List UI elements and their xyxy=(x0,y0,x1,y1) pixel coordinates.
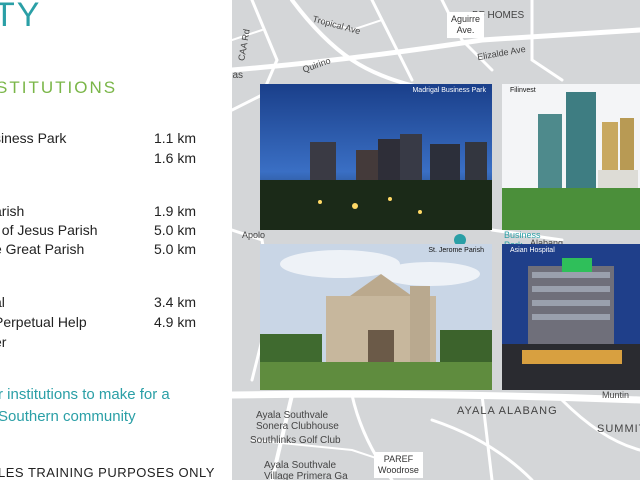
left-panel: TY STITUTIONS siness Park 1.1 km 1.6 km … xyxy=(0,0,232,480)
photo-caption: Filinvest xyxy=(510,87,536,94)
item-distance: 4.9 km xyxy=(153,314,196,330)
road-network xyxy=(232,0,640,480)
list-item: e Great Parish 5.0 km xyxy=(0,241,204,261)
item-name: arish xyxy=(0,203,25,219)
list-item: er xyxy=(0,334,204,354)
map-label-area: SUMMIT xyxy=(597,423,640,435)
item-distance: 5.0 km xyxy=(153,241,196,257)
map-label-area: Muntin xyxy=(602,390,630,400)
photo-caption: St. Jerome Parish xyxy=(428,247,484,254)
towers-image xyxy=(502,84,640,230)
photo-caption: Madrigal Business Park xyxy=(412,87,486,94)
list-item: arish 1.9 km xyxy=(0,203,204,223)
map-label-place: Southlinks Golf Club xyxy=(250,435,341,446)
item-name: e Great Parish xyxy=(0,241,85,257)
item-distance: 1.9 km xyxy=(153,203,196,219)
tagline-line-2: Southern community xyxy=(0,408,136,425)
item-distance: 3.4 km xyxy=(153,294,196,310)
photo-madrigal-business-park: Madrigal Business Park xyxy=(260,84,492,230)
item-distance: 1.6 km xyxy=(153,150,196,166)
photo-caption: Asian Hospital xyxy=(510,247,555,254)
map-label-place: Ayala Southvale Sonera Clubhouse xyxy=(256,410,339,432)
item-name: t of Jesus Parish xyxy=(0,222,98,238)
hospital-image xyxy=(502,244,640,390)
location-map: Tropical Ave BF HOMES Elizalde Ave CAA R… xyxy=(232,0,640,480)
tagline-line-1: r institutions to make for a xyxy=(0,386,170,403)
map-label-area: AYALA ALABANG xyxy=(457,405,558,417)
map-callout-aguirre: Aguirre Ave. xyxy=(447,12,485,38)
list-item: t of Jesus Parish 5.0 km xyxy=(0,222,204,242)
item-distance: 5.0 km xyxy=(153,222,196,238)
list-item: 1.6 km xyxy=(0,150,204,170)
list-item: al 3.4 km xyxy=(0,294,204,314)
photo-asian-hospital: Asian Hospital xyxy=(502,244,640,390)
list-item: Perpetual Help 4.9 km xyxy=(0,314,204,334)
footer-disclaimer: LES TRAINING PURPOSES ONLY xyxy=(0,465,215,480)
item-name: siness Park xyxy=(0,130,67,146)
list-item: siness Park 1.1 km xyxy=(0,130,204,150)
item-name: al xyxy=(0,294,5,310)
item-name: er xyxy=(0,334,7,350)
section-title: STITUTIONS xyxy=(0,78,118,97)
page-heading: TY xyxy=(0,0,42,34)
map-label-place: Ayala Southvale Village Primera Ga xyxy=(264,460,348,480)
map-label-area: Pinas xyxy=(232,70,244,81)
map-label-road: Apolo xyxy=(242,230,266,240)
city-night-image xyxy=(260,84,492,230)
photo-filinvest: Filinvest xyxy=(502,84,640,230)
church-image xyxy=(260,244,492,390)
map-callout-paref: PAREF Woodrose xyxy=(374,452,423,478)
item-name: Perpetual Help xyxy=(0,314,87,330)
photo-st-jerome-parish: St. Jerome Parish xyxy=(260,244,492,390)
item-distance: 1.1 km xyxy=(153,130,196,146)
